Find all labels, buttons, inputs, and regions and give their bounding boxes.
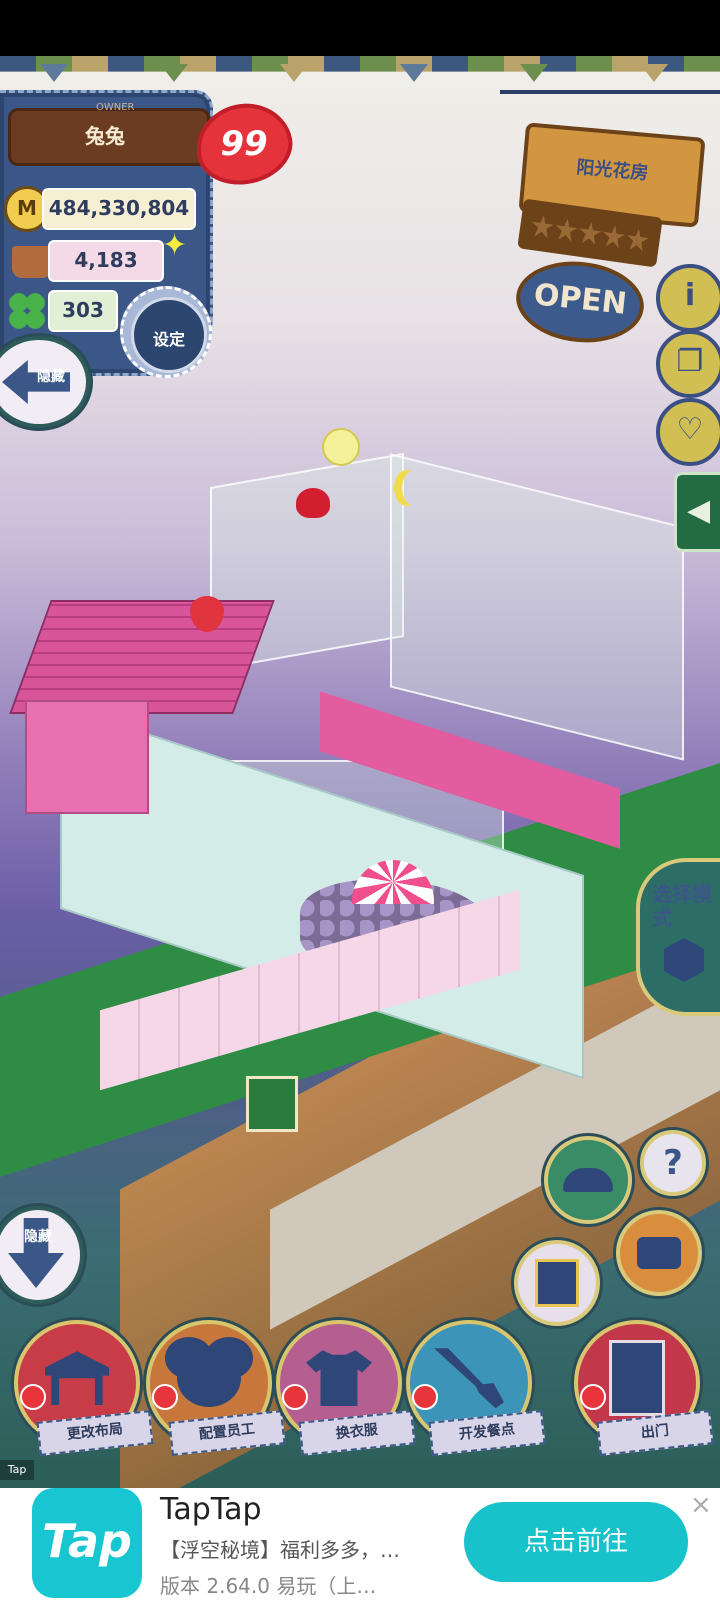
bunting-flag [520,64,548,82]
bunting-flag [160,64,188,82]
pin-icon [580,1384,606,1410]
book-icon: ❐ [676,344,704,379]
select-mode-label: 选择模式 [652,882,712,930]
bear-icon [177,1349,241,1408]
door-icon [609,1340,665,1417]
pin-icon [152,1384,178,1410]
ad-title: TapTap [160,1492,262,1527]
knife-icon [434,1348,504,1409]
bunting-flag [400,64,428,82]
pin-icon [412,1384,438,1410]
pin-icon [282,1384,308,1410]
star-icon [625,227,650,252]
moon-decoration-icon [402,470,428,506]
ad-tag: Tap [0,1460,34,1480]
hat-button[interactable] [544,1136,632,1224]
basket-icon [12,246,52,278]
owner-name: 兔兔 [85,124,125,148]
ad-go-button[interactable]: 点击前往 [464,1502,688,1582]
message-button[interactable]: ♡ [656,398,720,466]
hat-icon [563,1168,613,1192]
album-button[interactable] [514,1240,600,1326]
bunting-flag [640,64,668,82]
level-badge[interactable]: 99 [188,94,300,194]
bunting-decoration [0,56,720,72]
hide-top-label: 隐藏 [37,369,65,385]
bunting-flag [280,64,308,82]
picture-frame-icon [535,1259,579,1307]
question-icon: ? [663,1143,683,1183]
book-button[interactable]: ❐ [656,330,720,398]
side-drawer-tab[interactable]: ◀ [674,472,720,552]
sun-lamp-icon [322,428,360,466]
settings-label: 设定 [152,330,185,349]
arrow-left-icon: ◀ [687,493,711,528]
star-icon [601,224,626,249]
cube-icon [664,938,704,982]
table-icon [45,1351,109,1406]
shirt-icon [306,1350,372,1407]
camera-icon [637,1237,681,1269]
gear-icon: 设定 [131,297,207,373]
cottage-wall [25,700,149,814]
clover-icon [6,290,48,332]
clover-counter: 303 [48,290,118,332]
go-out-button[interactable]: 出门 [574,1320,714,1456]
customer-counter: 4,183 [48,240,164,282]
clover-value: 303 [62,298,104,322]
info-button[interactable]: i [656,264,720,332]
camera-button[interactable] [616,1210,702,1296]
yard-sign-icon[interactable] [246,1076,298,1132]
money-value: 484,330,804 [48,196,190,220]
star-icon [530,214,555,239]
assign-staff-button[interactable]: 配置员工 [146,1320,286,1456]
bunting-flag [40,64,68,82]
close-icon[interactable]: × [690,1490,712,1520]
develop-dishes-button[interactable]: 开发餐点 [406,1320,546,1456]
select-mode-button[interactable]: 选择模式 [636,858,720,1016]
star-icon [578,221,603,246]
ad-version: 版本 2.64.0 易玩（上… [160,1574,377,1598]
star-icon [554,217,579,242]
heart-decoration-icon [296,488,330,518]
customer-value: 4,183 [74,248,138,272]
settings-button[interactable]: 设定 [120,286,212,378]
ad-description: 【浮空秘境】福利多多，… [160,1538,400,1562]
change-layout-button[interactable]: 更改布局 [14,1320,154,1456]
help-button[interactable]: ? [640,1130,706,1196]
shop-name: 阳光花房 [575,156,650,185]
taptap-logo[interactable]: Tap [32,1488,142,1598]
pin-icon [20,1384,46,1410]
status-bar [0,0,720,56]
change-clothes-button[interactable]: 换衣服 [276,1320,416,1456]
owner-label: OWNER [96,102,135,113]
info-icon: i [684,278,696,313]
cottage-roof [9,600,275,714]
heart-bubble-icon: ♡ [676,412,704,447]
sparkle-icon: ✦ [162,228,188,263]
money-counter: 484,330,804 [42,188,196,230]
hide-bottom-label: 隐藏 [24,1229,52,1245]
level-value: 99 [220,124,268,164]
